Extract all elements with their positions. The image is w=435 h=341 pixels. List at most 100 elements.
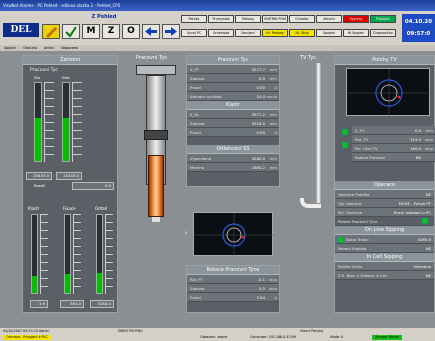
nav-diagnostika[interactable]: Diagnostika — [370, 29, 396, 37]
rotace-panel: Rotace Pracovni Tyce Rot_PT -0.1 stup Zada… — [186, 265, 280, 313]
fuel-assembly — [148, 155, 164, 217]
menu-napoveda[interactable]: Napoveda — [61, 46, 78, 50]
nav-aktivni[interactable]: Aktivni — [316, 15, 342, 23]
forward-button[interactable] — [162, 24, 180, 39]
nav-pripojeni[interactable]: Pripojeni — [370, 15, 396, 23]
tyc-head — [136, 65, 176, 75]
klastr-bar — [31, 214, 38, 294]
status-obsazeni: Obsazeni: zadne — [200, 335, 228, 339]
clock: 04.10.20 09:57:0 — [402, 14, 435, 42]
tyc-tip — [152, 217, 160, 222]
klastr-bar-fill — [32, 275, 37, 293]
zatizeni-title: Zatizeni — [23, 56, 117, 65]
status-bar: 04/10/2007 09:53:20 Admin DMER POHYBU Hl… — [0, 328, 435, 341]
klastr-label: Klastr — [28, 206, 40, 211]
nav-schemata[interactable]: Schemata — [208, 29, 234, 37]
pracovni-panel-title: Pracovni Tyc — [187, 56, 279, 65]
row-mereni-probiha: Mereni Probiha NE — [335, 244, 434, 253]
fixace-scale — [73, 214, 81, 294]
pencil-tool-button[interactable] — [42, 24, 60, 39]
mode-o-button[interactable]: O — [122, 24, 140, 39]
nav-spojeni[interactable]: Spojeni — [316, 29, 342, 37]
mode-m-button[interactable]: M — [82, 24, 100, 39]
check-icon — [65, 26, 77, 38]
disk-bar-fill — [63, 118, 69, 161]
tv-position-scope — [346, 68, 431, 117]
row-kl-proud: Proud 0.00 A — [187, 128, 279, 137]
row-kl-zadana: Zadana 5216.0 mm — [187, 119, 279, 128]
polohy-pt-indicator — [422, 218, 428, 224]
zatizeni-subtitle: Pracovni Tyc — [30, 68, 58, 73]
online-indicator — [338, 237, 344, 243]
row-pol-uhel: Pol. Uhel TV 180.0 stup — [352, 144, 435, 153]
nav-ovladac[interactable]: Ovladac — [289, 15, 315, 23]
scope-left-label: 0 — [185, 231, 188, 235]
nav-vyvoj-pc[interactable]: Vyvoj PC — [181, 29, 207, 37]
menu-archiv[interactable]: Archiv — [44, 46, 54, 50]
menu-obsluha[interactable]: Obsluha — [23, 46, 37, 50]
clock-time: 09:57:0 — [406, 31, 431, 37]
row-merena: Merena 1894.2 mm — [187, 163, 279, 172]
nav-hl-spojeni[interactable]: Hl.Spojeni — [343, 29, 369, 37]
odtah-bar-fill — [97, 272, 102, 293]
row-zadana: Zadana 0.0 mm — [187, 74, 279, 83]
row-rot-tv: Rot_TV 319.0 stup — [352, 135, 435, 144]
klastr-title: Klastr — [187, 101, 279, 110]
status-alert[interactable]: Ochrana - Pripojeni k PLC — [3, 335, 51, 340]
row-rot-pt: Rot_PT -0.1 stup — [187, 275, 279, 284]
row-proud: Proud 0.00 A — [187, 83, 279, 92]
arrow-right-icon — [165, 27, 177, 36]
row-rot-proud: Proud 3.94 A — [187, 293, 279, 302]
row-doba-trvani: Doba Trvani 4260.0 — [335, 235, 434, 244]
rozdil-label: Rozdil — [34, 183, 46, 188]
pt-position-plot — [194, 213, 274, 257]
nav-prumyslak[interactable]: Prumyslak — [208, 15, 234, 23]
status-mode2: Mode: 0 — [330, 335, 344, 339]
status-computer: Computer: 192.168.0.47/99 — [250, 335, 296, 339]
row-z-tv: Z_TV 0.0 mm — [352, 126, 435, 135]
online-title: On Line Sipping — [335, 226, 434, 235]
odtah-scale — [105, 214, 113, 294]
menu-bar: Spojeni Obsluha Archiv Napoveda — [0, 45, 435, 51]
disk-scale — [72, 82, 82, 162]
row-operace-probiha: Operace Probiha NE — [335, 190, 434, 199]
sila-scale — [44, 82, 54, 162]
screen-name: Z Pohled — [91, 14, 117, 20]
sila-value: 20433.0 — [26, 172, 52, 180]
polohy-title: Polohy TV — [335, 56, 434, 65]
check-tool-button[interactable] — [62, 24, 80, 39]
nav-potoky[interactable]: Potoky — [181, 15, 207, 23]
odtah-label: Odtah — [95, 206, 108, 211]
rot-tv-indicator — [342, 142, 348, 148]
row-poloha-vzrku: Poloha Vzrku Otevrena — [335, 262, 434, 271]
row-rychlost: Aktualni rychlost 10.0 mm/s — [187, 92, 279, 101]
status-date: 04/10/2007 09:53:20 Admin — [3, 329, 50, 333]
mode-z-button[interactable]: Z — [102, 24, 120, 39]
menu-spojeni[interactable]: Spojeni — [4, 46, 16, 50]
nav-vnitrni-pom[interactable]: VNITRNI POM — [262, 15, 288, 23]
status-mode: DMER POHYBU — [118, 329, 143, 333]
clock-date: 04.10.20 — [404, 19, 433, 25]
z-tv-indicator — [342, 129, 348, 135]
arrow-left-icon — [145, 27, 157, 36]
window-title-bar: VisuNet Alarms - PC Pohled - sdilena slo… — [0, 0, 435, 11]
fixace-bar-fill — [65, 274, 70, 293]
sila-bar — [34, 82, 42, 162]
nav-hl-pohony[interactable]: Hl. Pohony — [262, 29, 288, 37]
col-disk-label: Disk — [62, 76, 70, 80]
klastr-scale — [40, 214, 48, 294]
nav-hl-stroj[interactable]: Hl. Stroj — [289, 29, 315, 37]
rotace-title: Rotace Pracovni Tyce — [187, 266, 279, 275]
nav-pohony[interactable]: Pohony — [235, 15, 261, 23]
tv-tyc-label: TV Tyc — [300, 55, 317, 61]
odtah-bar — [96, 214, 103, 294]
fixace-bar — [64, 214, 71, 294]
back-button[interactable] — [142, 24, 160, 39]
pracovni-tyc-label: Pracovni Tyc — [136, 55, 167, 61]
col-sila-label: Sila — [34, 76, 41, 80]
fixace-value: 561.0 — [60, 300, 84, 308]
tv-position-plot — [347, 69, 431, 117]
nav-vykresy[interactable]: Vykresy — [343, 15, 369, 23]
rozdil-value: 0.0 — [72, 182, 114, 190]
nav-navijeni[interactable]: Navijeni — [235, 29, 261, 37]
